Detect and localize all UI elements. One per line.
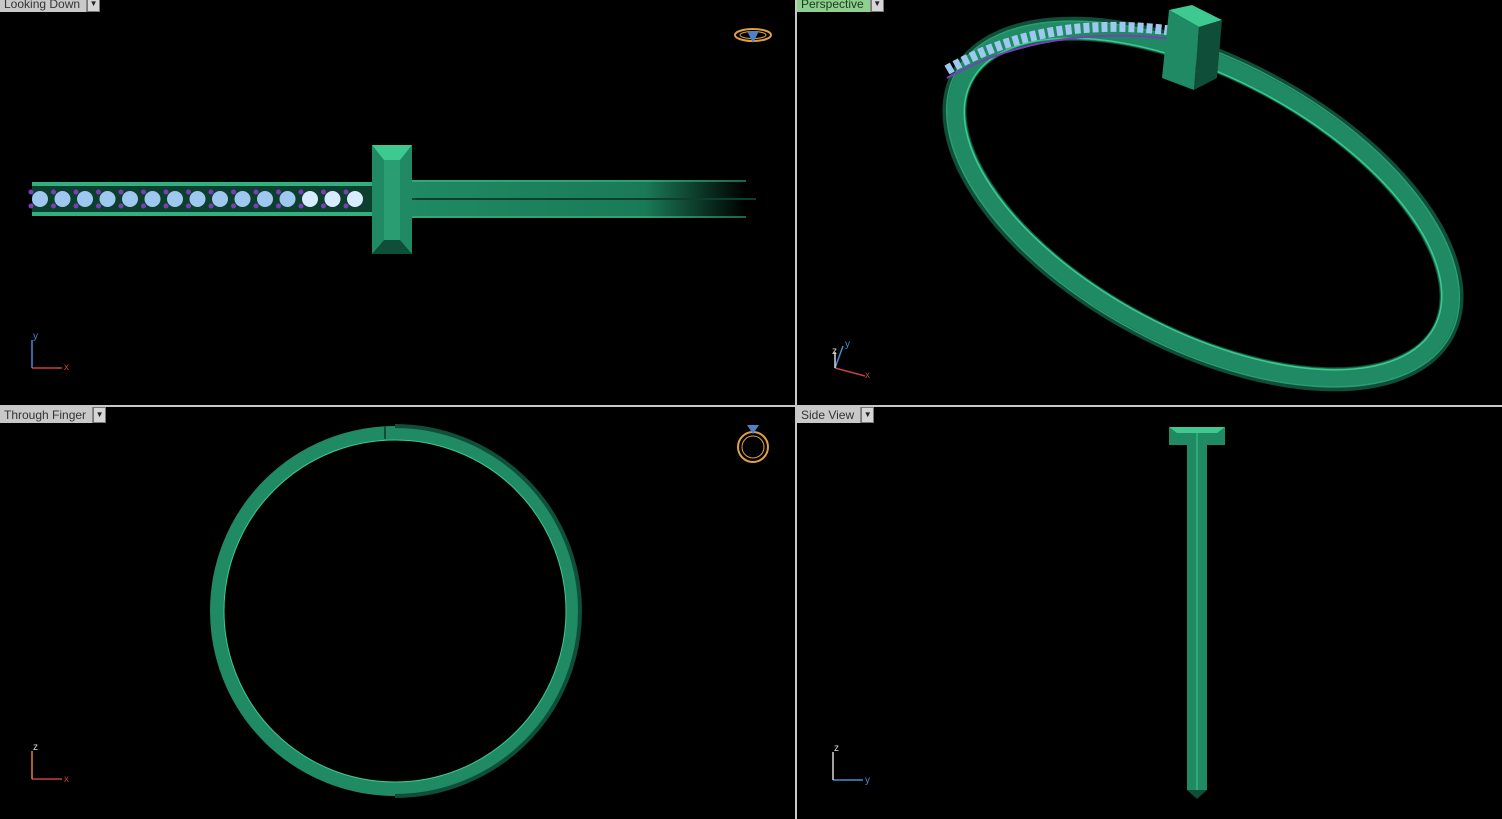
pave-stone	[212, 191, 228, 207]
viewport-title[interactable]: Perspective	[797, 0, 871, 12]
prong	[163, 203, 169, 209]
pave-stone	[189, 191, 206, 207]
prong	[28, 189, 34, 195]
pave-stone	[347, 191, 363, 207]
viewport-label-looking-down[interactable]: Looking Down ▼	[0, 0, 101, 12]
axis-indicator: x y z	[832, 339, 870, 381]
viewport-looking-down[interactable]: x y Looking Down ▼	[0, 0, 795, 405]
band-edge-top	[32, 182, 372, 186]
prong	[343, 189, 349, 195]
ring-front-icon[interactable]	[737, 425, 769, 463]
prong	[51, 189, 56, 195]
viewport-label-perspective[interactable]: Perspective ▼	[797, 0, 884, 12]
prong	[118, 189, 124, 195]
chevron-down-icon[interactable]: ▼	[861, 407, 875, 423]
ring-profile	[210, 426, 580, 796]
svg-text:x: x	[64, 774, 69, 785]
viewport-title[interactable]: Looking Down	[0, 0, 88, 12]
prong	[253, 203, 259, 209]
pave-stone	[144, 191, 161, 207]
prong	[208, 203, 214, 209]
prong	[321, 189, 326, 195]
prong	[231, 189, 236, 195]
prong	[141, 203, 146, 209]
viewport-divider-vertical[interactable]	[795, 0, 797, 819]
prong	[253, 189, 259, 195]
side-profile	[1169, 427, 1225, 799]
prong	[343, 203, 349, 209]
pave-stone	[99, 191, 116, 207]
viewport-perspective[interactable]: x y z Perspective ▼	[797, 0, 1502, 405]
pave-stone	[302, 191, 318, 207]
prong	[231, 203, 236, 209]
svg-text:z: z	[33, 742, 38, 753]
pave-stone	[234, 191, 251, 207]
viewport-label-through-finger[interactable]: Through Finger ▼	[0, 407, 107, 423]
prong	[51, 203, 56, 209]
viewport-title[interactable]: Side View	[797, 407, 862, 423]
svg-text:x: x	[865, 370, 870, 381]
prong	[321, 203, 326, 209]
prong	[73, 203, 79, 209]
viewport-label-side-view[interactable]: Side View ▼	[797, 407, 875, 423]
prong	[96, 189, 101, 195]
looking-down-canvas[interactable]: x y	[0, 0, 795, 405]
pave-stone	[279, 191, 296, 207]
band-edge-bottom	[32, 212, 372, 216]
chevron-down-icon[interactable]: ▼	[87, 0, 101, 12]
prong	[276, 189, 281, 195]
through-finger-canvas[interactable]: x z	[0, 407, 795, 819]
pave-stone	[324, 191, 341, 207]
viewport-divider-horizontal[interactable]	[0, 405, 1502, 407]
prong	[186, 203, 191, 209]
prong	[186, 189, 191, 195]
side-view-canvas[interactable]: y z	[797, 407, 1502, 819]
pave-stone	[32, 191, 48, 207]
axis-indicator: x y	[31, 331, 69, 373]
svg-text:z: z	[832, 346, 837, 357]
prong	[208, 189, 214, 195]
chevron-down-icon[interactable]: ▼	[870, 0, 884, 12]
svg-text:x: x	[64, 362, 69, 373]
svg-text:y: y	[845, 339, 850, 350]
prong	[298, 203, 304, 209]
perspective-canvas[interactable]: x y z	[797, 0, 1502, 405]
pave-stone	[257, 191, 273, 207]
viewport-title[interactable]: Through Finger	[0, 407, 94, 423]
prong	[96, 203, 101, 209]
svg-text:y: y	[33, 331, 38, 342]
prong	[163, 189, 169, 195]
pave-stone	[77, 191, 93, 207]
viewport-side-view[interactable]: y z Side View ▼	[797, 407, 1502, 819]
prong	[73, 189, 79, 195]
ring-topview-icon[interactable]	[734, 28, 772, 43]
prong	[28, 203, 34, 209]
svg-text:z: z	[834, 743, 839, 754]
pave-stone	[167, 191, 183, 207]
prong	[276, 203, 281, 209]
viewport-through-finger[interactable]: x z Through Finger ▼	[0, 407, 795, 819]
prong	[298, 189, 304, 195]
axis-indicator: x z	[31, 742, 69, 785]
perspective-t-bar	[1162, 5, 1222, 90]
axis-indicator: y z	[832, 743, 870, 786]
pave-stone	[122, 191, 138, 207]
svg-text:y: y	[865, 775, 870, 786]
prong	[118, 203, 124, 209]
prong	[141, 189, 146, 195]
chevron-down-icon[interactable]: ▼	[93, 407, 107, 423]
pave-stone	[54, 191, 71, 207]
